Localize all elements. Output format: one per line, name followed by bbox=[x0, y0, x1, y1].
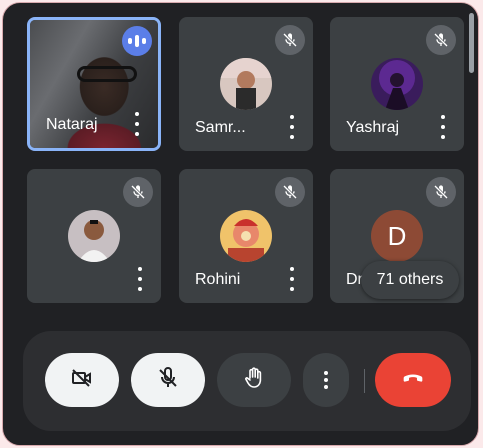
avatar bbox=[68, 210, 120, 262]
participant-name: Yashraj bbox=[346, 119, 400, 136]
avatar bbox=[220, 58, 272, 110]
avatar: D bbox=[371, 210, 423, 262]
mic-off-icon bbox=[156, 366, 180, 395]
avatar bbox=[371, 58, 423, 110]
mic-off-icon bbox=[123, 177, 153, 207]
scrollbar[interactable] bbox=[469, 13, 474, 73]
controls-divider bbox=[364, 369, 365, 393]
bottom-edge bbox=[3, 439, 478, 445]
participant-tile[interactable]: Rohini bbox=[179, 169, 313, 303]
speaking-indicator-icon bbox=[122, 26, 152, 56]
avatar bbox=[220, 210, 272, 262]
participant-tile-self[interactable]: Nataraj bbox=[27, 17, 161, 151]
participant-options-icon[interactable] bbox=[133, 267, 147, 291]
participant-options-icon[interactable] bbox=[130, 112, 144, 136]
camera-off-icon bbox=[70, 366, 94, 395]
participant-options-icon[interactable] bbox=[436, 115, 450, 139]
mic-off-icon bbox=[426, 177, 456, 207]
more-options-button[interactable] bbox=[303, 353, 349, 407]
more-options-icon bbox=[324, 371, 328, 389]
meeting-window: Nataraj Samr... Yashraj Rohini D 71 othe… bbox=[2, 2, 479, 446]
leave-call-button[interactable] bbox=[375, 353, 451, 407]
mic-off-icon bbox=[275, 25, 305, 55]
end-call-icon bbox=[399, 364, 427, 397]
raise-hand-button[interactable] bbox=[217, 353, 291, 407]
self-video-detail bbox=[77, 66, 137, 82]
call-controls bbox=[23, 331, 471, 431]
participant-name: Rohini bbox=[195, 271, 241, 288]
raise-hand-icon bbox=[242, 366, 266, 395]
participant-tile[interactable] bbox=[27, 169, 161, 303]
participant-name: Samr... bbox=[195, 119, 246, 136]
participant-tile[interactable]: Samr... bbox=[179, 17, 313, 151]
camera-toggle-button[interactable] bbox=[45, 353, 119, 407]
participant-name: Nataraj bbox=[46, 116, 98, 133]
mic-toggle-button[interactable] bbox=[131, 353, 205, 407]
participant-tile[interactable]: Yashraj bbox=[330, 17, 464, 151]
participant-options-icon[interactable] bbox=[285, 267, 299, 291]
others-count-button[interactable]: 71 others bbox=[361, 261, 459, 299]
mic-off-icon bbox=[426, 25, 456, 55]
mic-off-icon bbox=[275, 177, 305, 207]
participant-options-icon[interactable] bbox=[285, 115, 299, 139]
